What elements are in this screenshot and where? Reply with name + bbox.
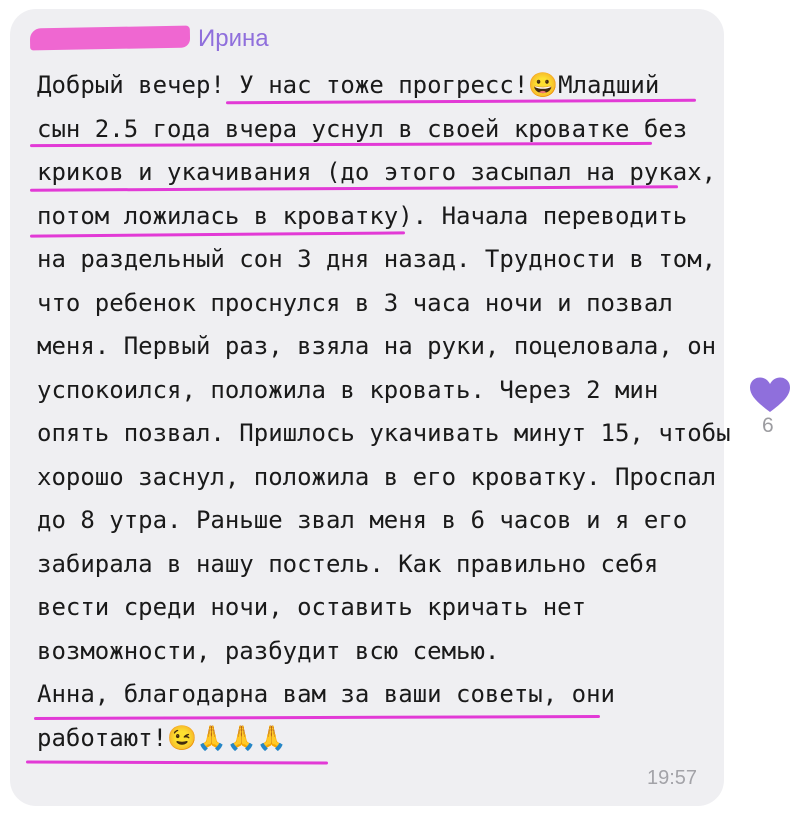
sender-name[interactable]: Ирина (198, 23, 269, 55)
message-line: меня. Первый раз, взяла на руки, поцелов… (37, 332, 717, 360)
message-line: криков и укачивания (до этого засыпал на… (37, 158, 717, 186)
reaction-count: 6 (762, 414, 774, 437)
message-text: Добрый вечер! У нас тоже прогресс!😀Младш… (37, 64, 731, 760)
message-line: что ребенок проснулся в 3 часа ночи и по… (37, 288, 673, 317)
message-line: Добрый вечер! У нас тоже прогресс!😀Младш… (37, 71, 660, 99)
message-line: возможности, разбудит всю семью. (37, 636, 500, 665)
message-line: опять позвал. Пришлось укачивать минут 1… (37, 419, 731, 447)
message-line: потом ложилась в кроватку). Начала перев… (37, 201, 688, 230)
message-line: на раздельный сон 3 дня назад. Трудности… (37, 245, 717, 273)
message-line: работают!😉🙏🙏🙏 (37, 723, 287, 752)
message-line: вести среди ночи, оставить кричать нет (37, 593, 587, 621)
message-line: до 8 утра. Раньше звал меня в 6 часов и … (37, 506, 688, 534)
message-line: хорошо заснул, положила в его кроватку. … (37, 462, 717, 491)
message-line: сын 2.5 года вчера уснул в своей кроватк… (37, 114, 688, 143)
message-line: забирала в нашу постель. Как правильно с… (37, 549, 659, 578)
heart-icon[interactable] (749, 377, 791, 413)
message-line: успокоился, положила в кровать. Через 2 … (37, 375, 659, 404)
redacted-sender-surname (29, 25, 191, 51)
message-line: Анна, благодарна вам за ваши советы, они (37, 680, 615, 708)
message-timestamp: 19:57 (647, 767, 698, 789)
